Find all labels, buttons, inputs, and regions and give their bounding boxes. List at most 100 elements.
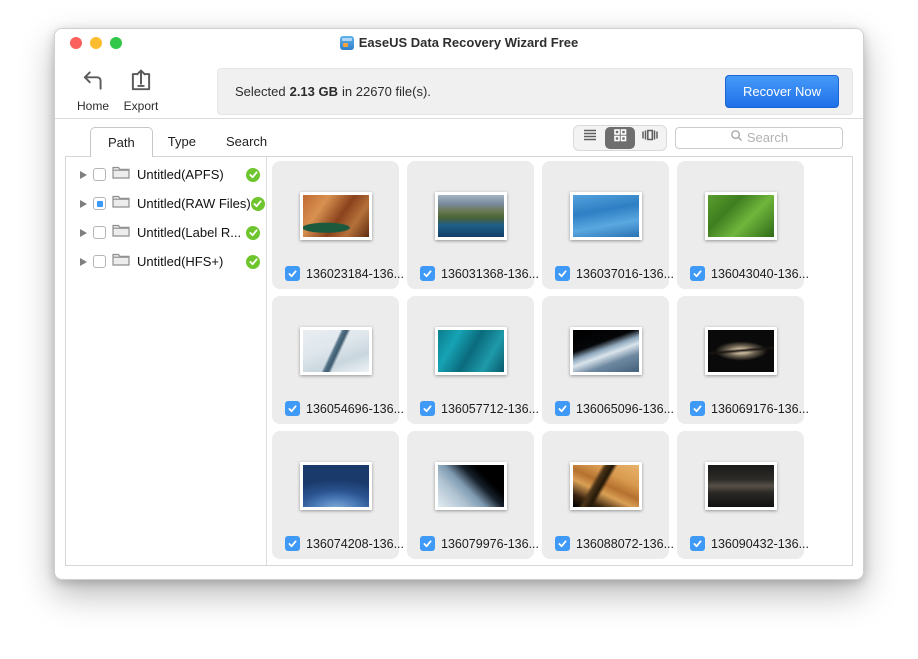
photo-thumbnail bbox=[300, 327, 372, 375]
coverflow-view-button[interactable] bbox=[635, 127, 665, 149]
file-checkbox[interactable] bbox=[420, 401, 435, 416]
selection-prefix: Selected bbox=[235, 84, 286, 99]
tree-item-raw-files[interactable]: Untitled(RAW Files) bbox=[66, 189, 266, 218]
file-tile[interactable]: 136057712-136... bbox=[407, 296, 534, 424]
app-icon bbox=[340, 36, 354, 50]
photo-thumbnail bbox=[705, 327, 777, 375]
file-checkbox[interactable] bbox=[285, 536, 300, 551]
export-icon bbox=[128, 68, 154, 97]
photo-thumbnail bbox=[300, 462, 372, 510]
file-checkbox[interactable] bbox=[690, 401, 705, 416]
coverflow-view-icon bbox=[641, 128, 659, 147]
file-name: 136074208-136... bbox=[306, 537, 404, 551]
file-tile[interactable]: 136054696-136... bbox=[272, 296, 399, 424]
file-tile[interactable]: 136088072-136... bbox=[542, 431, 669, 559]
folder-icon bbox=[112, 252, 130, 271]
file-tile[interactable]: 136079976-136... bbox=[407, 431, 534, 559]
file-tile[interactable]: 136031368-136... bbox=[407, 161, 534, 289]
photo-thumbnail bbox=[705, 192, 777, 240]
tree-item-label: Untitled(APFS) bbox=[137, 167, 224, 182]
disclosure-triangle-icon[interactable] bbox=[80, 229, 87, 237]
search-input[interactable]: Search bbox=[675, 127, 843, 149]
home-icon bbox=[80, 68, 106, 97]
photo-thumbnail bbox=[300, 192, 372, 240]
file-name: 136031368-136... bbox=[441, 267, 539, 281]
search-placeholder: Search bbox=[747, 130, 788, 145]
status-ok-icon bbox=[251, 197, 265, 211]
file-name: 136043040-136... bbox=[711, 267, 809, 281]
tree-checkbox[interactable] bbox=[93, 168, 106, 181]
tree-item-label: Untitled(Label R... bbox=[137, 225, 241, 240]
file-name: 136037016-136... bbox=[576, 267, 674, 281]
selection-summary: Selected 2.13 GB in 22670 file(s). bbox=[235, 84, 431, 99]
disclosure-triangle-icon[interactable] bbox=[80, 171, 87, 179]
tree-item-label-r[interactable]: Untitled(Label R... bbox=[66, 218, 266, 247]
tab-type[interactable]: Type bbox=[153, 127, 211, 156]
app-window: EaseUS Data Recovery Wizard Free Home bbox=[54, 28, 864, 580]
file-checkbox[interactable] bbox=[555, 266, 570, 281]
file-tile[interactable]: 136074208-136... bbox=[272, 431, 399, 559]
file-checkbox[interactable] bbox=[555, 536, 570, 551]
photo-thumbnail bbox=[570, 192, 642, 240]
tree-item-hfs[interactable]: Untitled(HFS+) bbox=[66, 247, 266, 276]
file-checkbox[interactable] bbox=[555, 401, 570, 416]
grid-view-button[interactable] bbox=[605, 127, 635, 149]
tree-item-label: Untitled(HFS+) bbox=[137, 254, 223, 269]
search-icon bbox=[730, 129, 743, 147]
list-view-button[interactable] bbox=[575, 127, 605, 149]
file-checkbox[interactable] bbox=[420, 266, 435, 281]
close-button[interactable] bbox=[70, 37, 82, 49]
tab-path[interactable]: Path bbox=[90, 127, 153, 157]
tree-checkbox[interactable] bbox=[93, 255, 106, 268]
tree-checkbox[interactable] bbox=[93, 226, 106, 239]
photo-thumbnail bbox=[435, 327, 507, 375]
export-label: Export bbox=[124, 99, 159, 113]
file-checkbox[interactable] bbox=[285, 401, 300, 416]
file-name: 136065096-136... bbox=[576, 402, 674, 416]
file-name: 136057712-136... bbox=[441, 402, 539, 416]
disclosure-triangle-icon[interactable] bbox=[80, 200, 87, 208]
view-mode-switcher bbox=[573, 125, 667, 151]
desktop: EaseUS Data Recovery Wizard Free Home bbox=[0, 0, 918, 659]
file-tile[interactable]: 136037016-136... bbox=[542, 161, 669, 289]
photo-thumbnail bbox=[435, 462, 507, 510]
file-checkbox[interactable] bbox=[285, 266, 300, 281]
window-controls bbox=[70, 37, 122, 49]
minimize-button[interactable] bbox=[90, 37, 102, 49]
list-view-icon bbox=[582, 128, 598, 147]
status-ok-icon bbox=[246, 226, 260, 240]
zoom-button[interactable] bbox=[110, 37, 122, 49]
file-checkbox[interactable] bbox=[690, 536, 705, 551]
tab-search[interactable]: Search bbox=[211, 127, 282, 156]
content-area: Untitled(APFS) Untitled(RAW Files) bbox=[65, 156, 853, 566]
disclosure-triangle-icon[interactable] bbox=[80, 258, 87, 266]
tree-checkbox-mixed[interactable] bbox=[93, 197, 106, 210]
file-checkbox[interactable] bbox=[420, 536, 435, 551]
file-name: 136054696-136... bbox=[306, 402, 404, 416]
toolbar: Home Export Selected 2.13 GB in 22670 fi… bbox=[55, 56, 863, 119]
file-name: 136023184-136... bbox=[306, 267, 404, 281]
file-tile[interactable]: 136023184-136... bbox=[272, 161, 399, 289]
file-tile[interactable]: 136065096-136... bbox=[542, 296, 669, 424]
folder-icon bbox=[112, 165, 130, 184]
file-tile[interactable]: 136090432-136... bbox=[677, 431, 804, 559]
titlebar: EaseUS Data Recovery Wizard Free bbox=[55, 29, 863, 56]
selection-banner: Selected 2.13 GB in 22670 file(s). Recov… bbox=[217, 68, 853, 115]
home-button[interactable]: Home bbox=[69, 68, 117, 113]
file-checkbox[interactable] bbox=[690, 266, 705, 281]
export-button[interactable]: Export bbox=[117, 68, 165, 113]
path-tree-panel: Untitled(APFS) Untitled(RAW Files) bbox=[66, 156, 267, 565]
file-name: 136069176-136... bbox=[711, 402, 809, 416]
recover-now-button[interactable]: Recover Now bbox=[725, 75, 839, 108]
window-footer bbox=[55, 566, 863, 580]
folder-icon bbox=[112, 223, 130, 242]
home-label: Home bbox=[77, 99, 109, 113]
file-name: 136079976-136... bbox=[441, 537, 539, 551]
grid-view-icon bbox=[613, 128, 627, 147]
tree-item-apfs[interactable]: Untitled(APFS) bbox=[66, 160, 266, 189]
selection-count: in 22670 file(s). bbox=[342, 84, 431, 99]
photo-thumbnail bbox=[435, 192, 507, 240]
file-tile[interactable]: 136043040-136... bbox=[677, 161, 804, 289]
photo-thumbnail bbox=[570, 462, 642, 510]
file-tile[interactable]: 136069176-136... bbox=[677, 296, 804, 424]
